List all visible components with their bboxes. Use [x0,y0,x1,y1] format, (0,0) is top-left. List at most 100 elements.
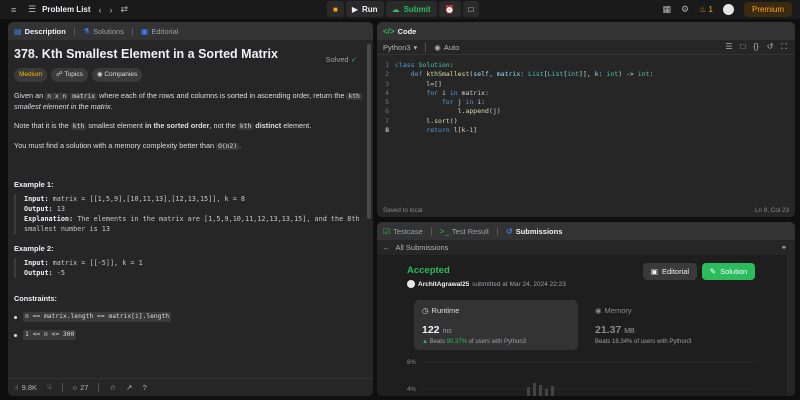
book-icon: ▣ [650,267,658,276]
tab-testcase[interactable]: ☑ Testcase [383,227,423,236]
cursor-position: Ln 8, Col 23 [755,206,789,214]
memory-card[interactable]: ◉ Memory 21.37 MB Beats 18.34% of users w… [587,300,751,350]
avatar[interactable] [722,4,734,15]
code-footer: Saved to local Ln 8, Col 23 [377,203,795,217]
avatar[interactable] [407,280,415,288]
tab-description[interactable]: ▤ Description [14,27,66,36]
footer-divider [61,383,63,392]
run-submit-group: ■ ▶ Run ☁ Submit ⏰ □ [327,1,481,17]
code-editor[interactable]: 1 2 3 4 5 6 7 8 class Solution: def kthS… [377,55,795,135]
checkbox-icon: ☑ [383,226,391,236]
run-button[interactable]: ▶ Run [345,1,384,17]
tab-code[interactable]: </> Code [383,27,416,36]
chip-icon: ◉ [595,306,602,315]
example-1-title: Example 1: [14,180,54,189]
edit-icon: ✎ [709,267,717,276]
cloud-upload-icon: ☁ [391,4,400,14]
description-footer: ☝ 9.8K ☟ ○ 27 ☆ ↗ ? [8,378,373,396]
tab-divider [73,26,75,36]
star-icon: ☆ [109,383,117,392]
layout-grid-icon[interactable]: ▦ [663,4,672,15]
memory-value: 21.37 MB [595,324,635,336]
result-scrollbar[interactable] [787,255,795,396]
document-icon: ▤ [14,26,22,36]
flask-icon: ⚗ [82,26,90,36]
editorial-button[interactable]: ▣ Editorial [643,263,697,280]
runtime-card[interactable]: ◷ Runtime 122 ms ▲ Beats 90.37% of users … [414,300,578,350]
arrow-left-icon: ← [383,242,391,252]
tab-submissions[interactable]: ↺ Submissions [506,227,562,236]
description-scrollbar[interactable] [367,44,371,219]
notes-button[interactable]: □ [462,1,480,17]
fire-icon: ♨ [699,5,707,14]
submit-button[interactable]: ☁ Submit [385,1,437,17]
problem-list-link[interactable]: Problem List [42,5,90,14]
thumbs-up-icon: ☝ [14,383,19,392]
topics-badge[interactable]: ☍ Topics [51,68,88,82]
favorite-button[interactable]: ☆ [109,383,116,392]
problem-badges: Medium ☍ Topics ◉ Companies [14,68,365,82]
page-title[interactable]: 378. Kth Smallest Element in a Sorted Ma… [14,48,365,61]
leetcode-logo-icon[interactable]: ≡ [11,5,20,15]
alarm-icon: ⏰ [444,4,455,14]
code-lines[interactable]: class Solution: def kthSmallest(self, ma… [395,61,653,135]
bookmark-icon[interactable]: □ [741,42,746,52]
format-icon[interactable]: ☰ [725,42,732,52]
premium-button[interactable]: Premium [743,2,792,17]
chart-bar [539,385,542,396]
runtime-distribution-chart[interactable]: 6% 4% [407,355,757,396]
question-circle-icon: ? [142,383,147,392]
submissions-bar: ← All Submissions ⚭ [377,240,795,254]
language-select[interactable]: Python3 ▾ [383,43,417,52]
leaf-icon: ▲ [422,339,428,345]
braces-icon[interactable]: {} [753,42,758,52]
example-1-block: Input: matrix = [[1,5,9],[10,11,13],[12,… [14,194,365,234]
solution-button[interactable]: ✎ Solution [702,263,755,280]
constraint-item: 1 <= n <= 300 [14,330,365,340]
description-tabs: ▤ Description ⚗ Solutions ▣ Editorial [8,22,373,40]
lock-icon: ◉ [96,71,103,78]
bug-icon: ■ [333,4,338,14]
debug-button[interactable]: ■ [327,1,344,17]
fullscreen-icon[interactable]: ⛶ [781,42,787,52]
reset-icon[interactable]: ↺ [767,42,774,52]
code-toolbar-actions: ☰ □ {} ↺ ⛶ [717,42,787,52]
tab-test-result[interactable]: >_ Test Result [440,227,489,236]
footer-divider [98,383,100,392]
constraints-title: Constraints: [14,294,57,303]
check-circle-icon: ✓ [350,55,357,64]
timer-button[interactable]: ⏰ [438,1,461,17]
submission-author: ArchitAgrawal25 submitted at Mar 24, 202… [407,280,566,288]
share-icon: ↗ [126,383,133,392]
constraint-item: n == matrix.length == matrix[i].length [14,312,365,322]
top-bar: ≡ ☰ Problem List ‹ › ⇄ ■ ▶ Run ☁ Submit ⏰ … [0,0,800,19]
companies-badge[interactable]: ◉ Companies [91,68,143,82]
chart-bar [545,389,548,396]
auto-mode-toggle[interactable]: ◉ Auto [434,43,459,52]
description-panel: ▤ Description ⚗ Solutions ▣ Editorial Solve… [8,22,373,396]
help-button[interactable]: ? [143,383,147,392]
status-badge: Accepted [407,265,450,276]
streak-counter[interactable]: ♨ 1 [699,5,713,14]
comments-button[interactable]: ○ 27 [73,383,89,392]
result-tabs: ☑ Testcase >_ Test Result ↺ Submissions [377,222,795,240]
tab-solutions[interactable]: ⚗ Solutions [83,27,124,36]
gear-icon[interactable]: ⚙ [681,4,689,15]
example-2-title: Example 2: [14,244,54,253]
dislike-button[interactable]: ☟ [47,383,52,392]
problem-list-icon[interactable]: ☰ [28,4,36,15]
example-2-block: Input: matrix = [[-5]], k = 1 Output: -5 [14,258,365,278]
chart-tick-top: 6% [407,360,416,366]
memory-beats: Beats 18.34% of users with Python3 [595,339,692,345]
tab-editorial[interactable]: ▣ Editorial [141,27,179,36]
next-problem-icon[interactable]: › [110,5,113,15]
prev-problem-icon[interactable]: ‹ [99,5,102,15]
comment-icon: ○ [72,383,78,392]
share-button[interactable]: ↗ [126,383,132,392]
all-submissions-link[interactable]: ← All Submissions [383,243,448,252]
shuffle-icon[interactable]: ⇄ [121,4,129,15]
result-panel: ☑ Testcase >_ Test Result ↺ Submissions ← Al… [377,222,795,396]
like-button[interactable]: ☝ 9.8K [14,383,37,392]
link-icon[interactable]: ⚭ [781,243,787,252]
runtime-value: 122 ms [422,324,452,336]
